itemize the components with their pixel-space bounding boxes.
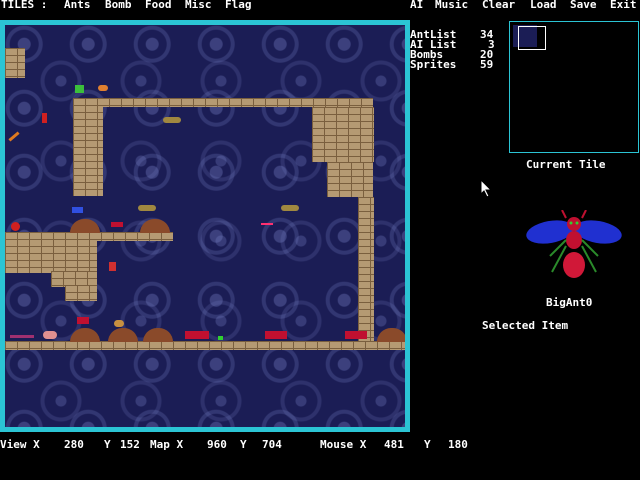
wasp-sprite[interactable] (281, 205, 299, 211)
wall-top-left-block (5, 48, 25, 78)
dirt-mound (140, 219, 170, 233)
dirt-mound (377, 328, 405, 342)
map-x-value: 960 (207, 438, 227, 451)
menu-food[interactable]: Food (145, 0, 172, 10)
map-y-label: Y (240, 438, 247, 451)
dirt-mound (108, 328, 138, 342)
menu-ai[interactable]: AI (410, 0, 423, 10)
menu-load[interactable]: Load (530, 0, 557, 10)
wall-right-block (312, 107, 374, 162)
wasp-sprite[interactable] (163, 117, 181, 123)
arrow-cursor-icon (480, 178, 493, 200)
red-ant-sprite[interactable] (111, 222, 123, 227)
mouse-x-label: Mouse X (320, 438, 367, 451)
map-y-value: 704 (262, 438, 282, 451)
menu-flag[interactable]: Flag (225, 0, 252, 10)
menu-save[interactable]: Save (570, 0, 597, 10)
minimap-viewport (518, 26, 546, 50)
red-ant-sprite[interactable] (185, 331, 209, 339)
stat-label-sprites: Sprites (410, 58, 457, 71)
dirt-mound (70, 328, 100, 342)
wall-right-column (358, 197, 374, 347)
red-ant-sprite[interactable] (345, 331, 367, 339)
flag-sprite[interactable] (75, 85, 84, 93)
laser-sprite[interactable] (261, 223, 273, 225)
burger-sprite[interactable] (114, 320, 124, 327)
menu-bomb[interactable]: Bomb (105, 0, 132, 10)
red-ant-sprite[interactable] (77, 317, 89, 324)
red-ant-sprite[interactable] (265, 331, 287, 339)
view-y-label: Y (104, 438, 111, 451)
map-view[interactable] (5, 25, 405, 427)
wall-left-mass (5, 239, 97, 273)
wall-left-column (73, 98, 103, 196)
wall-left-foot (65, 285, 97, 301)
menu-misc[interactable]: Misc (185, 0, 212, 10)
mouse-y-label: Y (424, 438, 431, 451)
view-y-value: 152 (120, 438, 140, 451)
worm-sprite[interactable] (10, 335, 34, 338)
mouse-y-value: 180 (448, 438, 468, 451)
minimap[interactable] (509, 21, 639, 153)
menu-ants[interactable]: Ants (64, 0, 91, 10)
dirt-mound (70, 219, 100, 233)
menu-clear[interactable]: Clear (482, 0, 515, 10)
food-drumstick-sprite[interactable] (98, 85, 108, 91)
green-pickup-sprite[interactable] (218, 336, 223, 340)
letter-pickup-sprite[interactable] (109, 262, 116, 271)
current-tile-caption: Current Tile (526, 158, 606, 171)
stat-value-sprites: 59 (480, 58, 494, 71)
spider-sprite[interactable] (43, 331, 57, 339)
menu-exit[interactable]: Exit (610, 0, 637, 10)
mouse-x-value: 481 (384, 438, 404, 451)
bomb-sprite[interactable] (42, 113, 47, 123)
menu-music[interactable]: Music (435, 0, 468, 10)
carrot-sprite[interactable] (8, 131, 20, 142)
tiles-label: TILES : (1, 0, 48, 11)
wall-upper-ledge (73, 98, 373, 107)
view-x-value: 280 (64, 438, 84, 451)
wall-right-step (327, 162, 373, 197)
bigant-icon (524, 209, 624, 284)
map-x-label: Map X (150, 438, 184, 451)
dirt-mound (143, 328, 173, 342)
map-frame (0, 20, 410, 432)
selected-item-caption: Selected Item (482, 319, 569, 332)
wall-floor (5, 341, 405, 350)
apple-sprite[interactable] (11, 222, 20, 231)
selected-item-name: BigAnt0 (546, 296, 593, 309)
view-x-label: View X (0, 438, 40, 451)
blue-flag-sprite[interactable] (72, 207, 83, 213)
wasp-sprite[interactable] (138, 205, 156, 211)
